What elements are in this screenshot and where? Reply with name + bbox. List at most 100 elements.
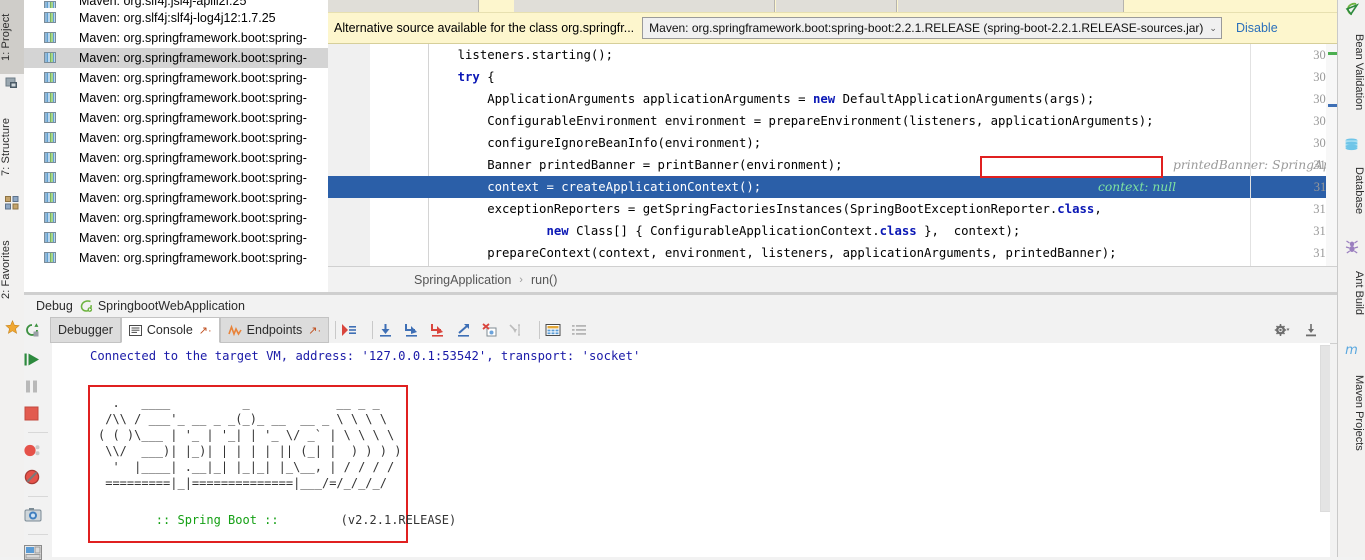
console-output[interactable]: Connected to the target VM, address: '12… xyxy=(52,343,1330,557)
evaluate-expression-icon[interactable] xyxy=(545,323,571,337)
rerun-icon[interactable] xyxy=(24,322,50,338)
console-connect-line: Connected to the target VM, address: '12… xyxy=(90,349,641,363)
sidebar-tab-structure[interactable]: 7: Structure xyxy=(0,100,24,194)
tab-console-label: Console xyxy=(146,323,193,337)
spring-boot-version: (v2.2.1.RELEASE) xyxy=(340,513,457,527)
code-line[interactable]: Banner printedBanner = printBanner(envir… xyxy=(428,158,842,172)
code-line[interactable]: try { xyxy=(428,70,495,84)
breadcrumb[interactable]: SpringApplication › run() xyxy=(328,266,1338,293)
tab-debugger[interactable]: Debugger xyxy=(50,317,121,343)
stop-icon[interactable] xyxy=(24,394,52,421)
ant-build-icon xyxy=(1338,228,1365,256)
editor-tab-fragment[interactable] xyxy=(514,0,775,12)
hide-icon[interactable] xyxy=(1304,323,1330,337)
tree-item-selected[interactable]: ❯ Maven: org.springframework.boot:spring- xyxy=(24,48,328,68)
keyword-class: class xyxy=(879,224,917,238)
right-tab-database[interactable]: Database xyxy=(1338,154,1365,228)
force-step-into-icon[interactable] xyxy=(430,323,456,337)
tree-item[interactable]: ❯ Maven: org.springframework.boot:spring- xyxy=(24,148,328,168)
pin-arrow-icon[interactable]: ↗· xyxy=(199,324,212,337)
step-over-icon[interactable] xyxy=(378,323,404,337)
chevron-down-icon[interactable]: ⌄ xyxy=(1209,23,1217,34)
jar-icon xyxy=(44,251,57,264)
tree-item[interactable]: ❯ Maven: org.springframework.boot:spring- xyxy=(24,188,328,208)
tree-item[interactable]: ❯ Maven: org.springframework.boot:spring- xyxy=(24,88,328,108)
code-line[interactable]: prepareContext(context, environment, lis… xyxy=(428,246,1116,260)
debug-panel-title: Debug xyxy=(36,299,73,313)
right-tab-maven-projects[interactable]: Maven Projects xyxy=(1338,358,1365,468)
tab-console[interactable]: Console ↗· xyxy=(120,317,220,343)
code-line[interactable]: ConfigurableEnvironment environment = pr… xyxy=(428,114,1153,128)
code-line[interactable]: ApplicationArguments applicationArgument… xyxy=(428,92,1094,106)
drop-frame-icon[interactable] xyxy=(482,323,508,337)
tree-item-label: Maven: org.springframework.boot:spring- xyxy=(79,111,307,125)
breadcrumb-method[interactable]: run() xyxy=(531,273,557,287)
mute-breakpoints-icon[interactable] xyxy=(24,458,52,485)
editor-tab-fragment[interactable] xyxy=(776,0,897,12)
tree-item-label: Maven: org.springframework.boot:spring- xyxy=(79,151,307,165)
tree-item[interactable]: ❯ Maven: org.springframework.boot:spring- xyxy=(24,108,328,128)
step-into-icon[interactable] xyxy=(404,323,430,337)
step-out-icon[interactable] xyxy=(456,323,482,337)
code-line[interactable]: listeners.starting(); xyxy=(428,48,613,62)
console-scrollbar[interactable] xyxy=(1318,343,1330,557)
editor-right-margin-line xyxy=(1250,44,1251,266)
sidebar-tab-project[interactable]: 1: Project xyxy=(0,0,24,74)
disable-link[interactable]: Disable xyxy=(1236,21,1278,35)
debug-actions-column xyxy=(24,343,53,560)
tree-item[interactable]: ❯ Maven: org.springframework.boot:spring- xyxy=(24,68,328,88)
tree-item[interactable]: ❯ Maven: org.slf4j:slf4j-log4j12:1.7.25 xyxy=(24,8,328,28)
settings-list-icon[interactable] xyxy=(571,323,597,337)
marker-green[interactable] xyxy=(1328,52,1337,55)
right-tab-ant-build[interactable]: Ant Build xyxy=(1338,256,1365,330)
gear-icon[interactable] xyxy=(1274,323,1304,337)
code-line-current[interactable]: context = createApplicationContext(); xyxy=(428,180,761,194)
breadcrumb-class[interactable]: SpringApplication xyxy=(414,273,511,287)
source-select-dropdown[interactable]: Maven: org.springframework.boot:spring-b… xyxy=(642,17,1222,39)
editor-gutter-markers[interactable] xyxy=(370,44,401,266)
banner-line: ( ( )\___ | '_ | '_| | '_ \/ _` | \ \ \ … xyxy=(98,428,395,442)
tree-item[interactable]: ❯ Maven: org.springframework.boot:spring- xyxy=(24,168,328,188)
banner-line: /\\ / ___'_ __ _ _(_)_ __ __ _ \ \ \ \ xyxy=(98,412,387,426)
tree-item-label: Maven: org.springframework.boot:spring- xyxy=(79,191,307,205)
pause-program-icon[interactable] xyxy=(24,367,52,394)
jar-icon xyxy=(44,91,57,104)
tree-item[interactable]: ❯ Maven: org.springframework.boot:spring- xyxy=(24,28,328,48)
editor-tab-fragment[interactable] xyxy=(328,0,479,12)
tree-item[interactable]: ❯ Maven: org.slf4j:jsl4j-apili2f:25 xyxy=(24,0,328,8)
sidebar-tab-favorites[interactable]: 2: Favorites xyxy=(0,222,24,318)
maven-icon: m xyxy=(1338,330,1365,358)
pin-arrow-icon[interactable]: ↗· xyxy=(308,324,321,337)
editor-gutter[interactable] xyxy=(328,44,370,266)
tree-item[interactable]: ❯ Maven: org.springframework.boot:spring- xyxy=(24,208,328,228)
tree-item[interactable]: ❯ Maven: org.springframework.boot:spring- xyxy=(24,248,328,268)
code-line[interactable]: new Class[] { ConfigurableApplicationCon… xyxy=(428,224,1020,238)
editor-tab-fragment[interactable] xyxy=(898,0,1124,12)
left-tool-strip: 1: Project 7: Structure 2: Favorites xyxy=(0,0,25,557)
get-thread-dump-icon[interactable] xyxy=(24,497,52,523)
jar-icon xyxy=(44,51,57,64)
resume-program-icon[interactable] xyxy=(24,343,52,367)
banner-line: ' |____| .__|_| |_|_| |_\__, | / / / / xyxy=(98,460,395,474)
banner-footer: :: Spring Boot :: (v2.2.1.RELEASE) xyxy=(98,496,456,544)
code-line[interactable]: configureIgnoreBeanInfo(environment); xyxy=(428,136,761,150)
tree-item[interactable]: ❯ Maven: org.springframework.boot:spring- xyxy=(24,228,328,248)
code-editor[interactable]: 305 306 307 308 309 310 311 312 313 314 … xyxy=(328,44,1338,266)
tab-endpoints[interactable]: Endpoints ↗· xyxy=(219,317,330,343)
code-line[interactable]: exceptionReporters = getSpringFactoriesI… xyxy=(428,202,1102,216)
jar-icon xyxy=(44,211,57,224)
project-tree-panel[interactable]: ❯ Maven: org.slf4j:jsl4j-apili2f:25 ❯Mav… xyxy=(24,0,329,292)
run-to-cursor-icon[interactable] xyxy=(508,323,534,337)
view-breakpoints-icon[interactable] xyxy=(24,433,52,458)
right-tab-bean-validation[interactable]: Bean Validation xyxy=(1338,18,1365,126)
marker-blue[interactable] xyxy=(1328,104,1337,107)
tree-item[interactable]: ❯ Maven: org.springframework.boot:spring- xyxy=(24,128,328,148)
console-scrollbar-thumb[interactable] xyxy=(1320,345,1330,512)
editor-gutter-folding[interactable] xyxy=(400,44,429,266)
banner-line: \\/ ___)| |_)| | | | | || (_| | ) ) ) ) xyxy=(98,444,402,458)
tree-item-label: Maven: org.springframework.boot:spring- xyxy=(79,211,307,225)
toolbar-divider xyxy=(372,321,374,339)
notification-message: Alternative source available for the cla… xyxy=(334,21,635,35)
show-execution-point-icon[interactable] xyxy=(341,323,367,337)
restore-layout-icon[interactable] xyxy=(24,535,52,560)
